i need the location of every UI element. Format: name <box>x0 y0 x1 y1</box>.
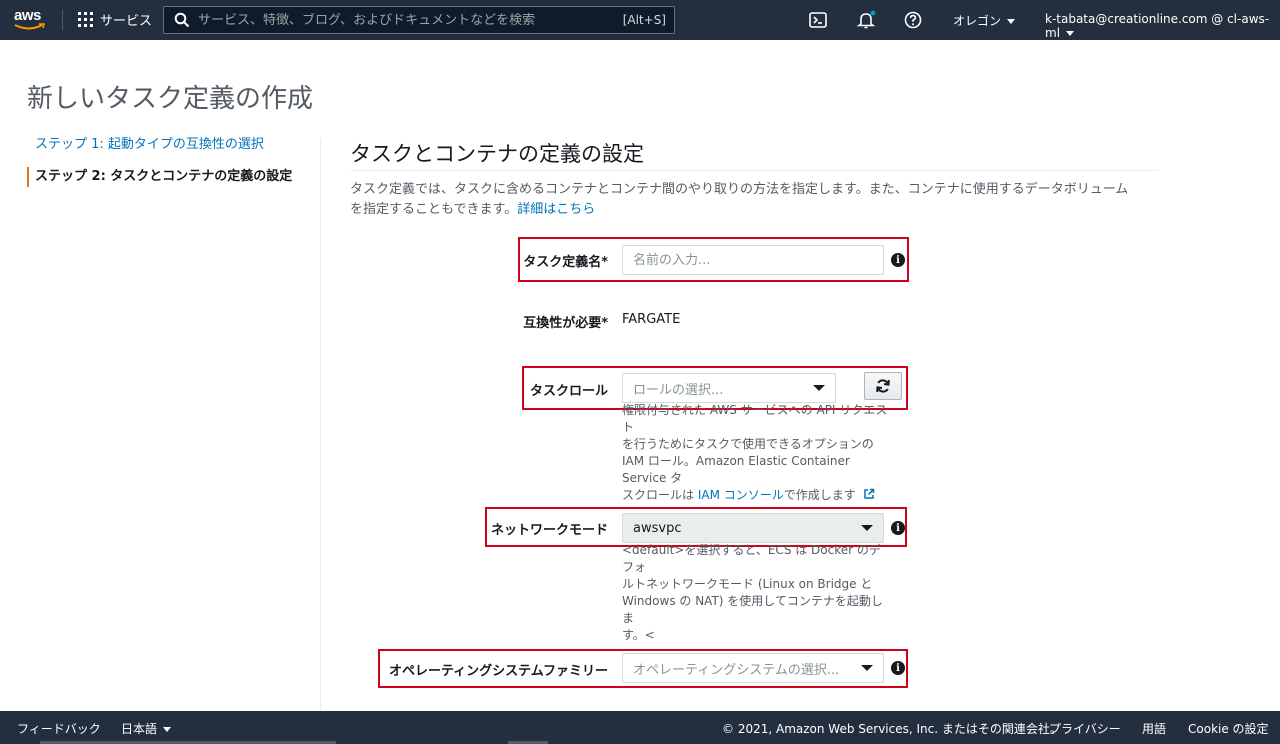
search-input[interactable] <box>198 12 623 28</box>
os-family-placeholder: オペレーティングシステムの選択... <box>633 662 840 678</box>
info-icon[interactable]: i <box>891 661 905 675</box>
footer: フィードバック 日本語 © 2021, Amazon Web Services,… <box>0 711 1280 744</box>
section-divider <box>350 170 1158 171</box>
compatibility-label: 互換性が必要* <box>523 316 608 331</box>
search-shortcut-hint: [Alt+S] <box>622 13 666 27</box>
task-role-placeholder: ロールの選択... <box>633 382 724 398</box>
section-title: タスクとコンテナの定義の設定 <box>350 142 644 166</box>
task-role-label: タスクロール <box>529 384 608 399</box>
aws-logo[interactable]: aws <box>14 8 50 32</box>
network-mode-select[interactable]: awsvpc <box>622 513 884 543</box>
region-selector[interactable]: オレゴン <box>953 12 1016 29</box>
network-mode-label: ネットワークモード <box>490 523 608 538</box>
notification-dot <box>870 10 876 16</box>
notifications-bell-icon[interactable] <box>856 10 876 30</box>
chevron-down-icon <box>163 727 172 732</box>
task-role-help-text: スクロールは <box>622 488 698 502</box>
cloudshell-icon[interactable] <box>808 10 828 30</box>
task-role-help-line3: IAM ロール。Amazon Elastic Container Service… <box>622 454 850 485</box>
step-2-current: ステップ 2: タスクとコンテナの定義の設定 <box>27 167 317 187</box>
external-link-icon[interactable] <box>863 488 875 500</box>
refresh-roles-button[interactable] <box>864 372 902 400</box>
network-mode-help-line2: ルトネットワークモード (Linux on Bridge と <box>622 577 873 591</box>
services-label: サービス <box>100 14 153 29</box>
aws-smile-icon <box>14 23 46 30</box>
info-icon[interactable]: i <box>891 521 905 535</box>
chevron-down-icon <box>861 665 873 671</box>
os-family-label: オペレーティングシステムファミリー <box>388 664 608 679</box>
content-divider <box>320 138 321 710</box>
chevron-down-icon <box>861 525 873 531</box>
feedback-link[interactable]: フィードバック <box>17 720 101 737</box>
step-1-link[interactable]: ステップ 1: 起動タイプの互換性の選択 <box>27 135 317 155</box>
terms-link[interactable]: 用語 <box>1142 720 1166 737</box>
os-family-select[interactable]: オペレーティングシステムの選択... <box>622 653 884 683</box>
copyright-text: © 2021, Amazon Web Services, Inc. またはその関… <box>722 722 1062 736</box>
wizard-steps: ステップ 1: 起動タイプの互換性の選択 ステップ 2: タスクとコンテナの定義… <box>27 135 317 187</box>
language-label: 日本語 <box>121 722 158 736</box>
section-description: タスク定義では、タスクに含めるコンテナとコンテナ間のやり取りの方法を指定します。… <box>350 180 1160 220</box>
nav-divider <box>62 10 63 30</box>
cookie-settings-link[interactable]: Cookie の設定 <box>1188 720 1269 737</box>
task-role-help-line1: 権限付与された AWS サービスへの API リクエスト <box>622 403 888 434</box>
iam-console-link[interactable]: IAM コンソール <box>698 488 784 502</box>
global-search[interactable]: [Alt+S] <box>163 6 675 34</box>
task-role-help-text-end: で作成します <box>783 488 856 502</box>
network-mode-help-line1: <default>を選択すると、ECS は Docker のデフォ <box>622 543 881 574</box>
refresh-icon <box>876 379 890 393</box>
region-label: オレゴン <box>953 14 1002 28</box>
chevron-down-icon <box>813 385 825 391</box>
network-mode-help: <default>を選択すると、ECS は Docker のデフォ ルトネットワ… <box>622 542 892 644</box>
task-def-name-label: タスク定義名* <box>523 255 608 270</box>
network-mode-help-line4: す。< <box>622 628 655 642</box>
aws-logo-text: aws <box>14 7 41 24</box>
description-line1: タスク定義では、タスクに含めるコンテナとコンテナ間のやり取りの方法を指定します。… <box>350 182 1129 197</box>
top-navigation: aws サービス [Alt+S] <box>0 0 1280 40</box>
task-role-help: 権限付与された AWS サービスへの API リクエスト を行うためにタスクで使… <box>622 402 892 504</box>
chevron-down-icon <box>1007 19 1016 24</box>
search-icon <box>174 12 190 28</box>
task-role-select[interactable]: ロールの選択... <box>622 373 836 403</box>
task-role-help-line4: スクロールは IAM コンソールで作成します <box>622 487 892 504</box>
task-def-name-input[interactable] <box>622 245 884 275</box>
details-link[interactable]: 詳細はこちら <box>517 202 595 217</box>
services-grid-icon <box>78 12 93 27</box>
task-role-help-line2: を行うためにタスクで使用できるオプションの <box>622 437 874 451</box>
account-label: k-tabata@creationline.com @ cl-aws-ml <box>1045 12 1270 40</box>
network-mode-value: awsvpc <box>633 520 682 536</box>
compatibility-value: FARGATE <box>622 312 681 327</box>
privacy-link[interactable]: プライバシー <box>1049 720 1121 737</box>
account-menu[interactable]: k-tabata@creationline.com @ cl-aws-ml <box>1045 12 1280 40</box>
chevron-down-icon <box>1066 31 1075 36</box>
help-icon[interactable] <box>903 10 923 30</box>
language-selector[interactable]: 日本語 <box>121 720 172 737</box>
network-mode-help-line3: Windows の NAT) を使用してコンテナを起動しま <box>622 594 883 625</box>
services-menu-button[interactable]: サービス <box>78 10 152 29</box>
description-line2: を指定することもできます。 <box>350 202 518 217</box>
page-title: 新しいタスク定義の作成 <box>27 84 314 114</box>
info-icon[interactable]: i <box>891 253 905 267</box>
